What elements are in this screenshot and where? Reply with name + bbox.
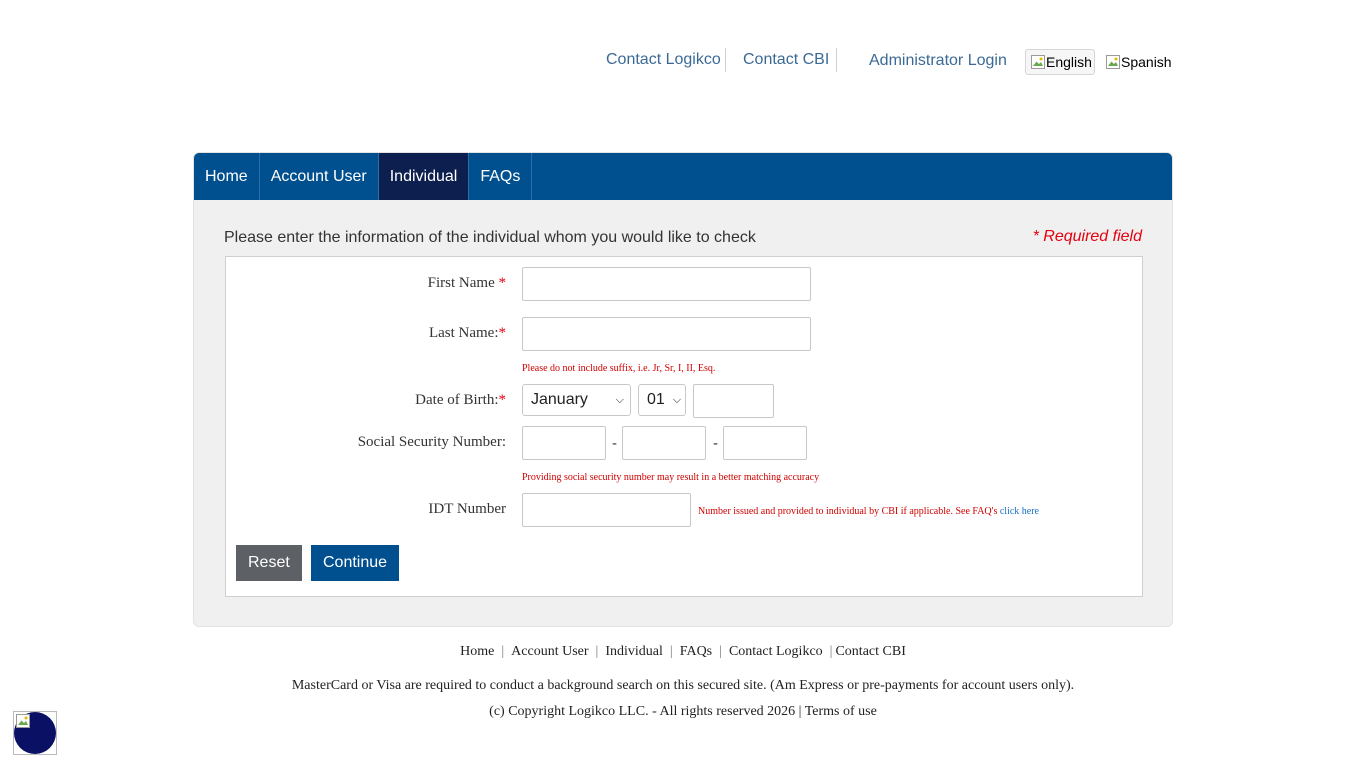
contact-logikco-link[interactable]: Contact Logikco bbox=[606, 50, 721, 70]
ssn-part2-input[interactable] bbox=[622, 426, 706, 460]
first-name-label: First Name * bbox=[206, 275, 506, 292]
idt-hint-text: Number issued and provided to individual… bbox=[698, 506, 1000, 517]
language-english-button[interactable]: English bbox=[1025, 49, 1095, 75]
footer-link-account-user[interactable]: Account User bbox=[511, 644, 588, 659]
birth-day-value: 01 bbox=[647, 391, 665, 408]
footer-separator: | bbox=[719, 644, 722, 659]
language-english-label: English bbox=[1046, 54, 1092, 70]
first-name-input[interactable] bbox=[522, 267, 811, 301]
birth-day-select[interactable]: 01 ⌵ bbox=[638, 384, 686, 416]
copyright-line: (c) Copyright Logikco LLC. - All rights … bbox=[0, 704, 1366, 720]
required-star: * bbox=[498, 275, 507, 291]
payment-note: MasterCard or Visa are required to condu… bbox=[291, 678, 1075, 693]
administrator-login-link[interactable]: Administrator Login bbox=[869, 51, 1007, 71]
header-separator bbox=[725, 48, 726, 72]
contact-cbi-link[interactable]: Contact CBI bbox=[743, 50, 829, 70]
required-field-note: * Required field bbox=[1032, 228, 1142, 245]
required-star: * bbox=[498, 325, 507, 341]
language-spanish-label: Spanish bbox=[1121, 54, 1172, 70]
individual-search-form: First Name * Last Name:* Please do not i… bbox=[225, 256, 1143, 597]
reset-button[interactable]: Reset bbox=[236, 545, 302, 581]
tab-home[interactable]: Home bbox=[194, 153, 260, 200]
form-instruction: Please enter the information of the indi… bbox=[224, 229, 756, 246]
idt-number-label: IDT Number bbox=[428, 501, 506, 517]
footer-link-contact-logikco[interactable]: Contact Logikco bbox=[729, 644, 823, 659]
birth-month-value: January bbox=[531, 391, 588, 408]
ssn-dash: - bbox=[612, 435, 617, 452]
broken-image-icon bbox=[1030, 54, 1046, 70]
main-navbar: Home Account User Individual FAQs bbox=[194, 153, 1172, 200]
terms-of-use-link[interactable]: Terms of use bbox=[805, 704, 877, 719]
chevron-down-icon: ⌵ bbox=[615, 393, 624, 406]
last-name-input[interactable] bbox=[522, 317, 811, 351]
continue-button[interactable]: Continue bbox=[311, 545, 400, 581]
footer-nav: Home | Account User | Individual | FAQs | Contac… bbox=[0, 644, 1366, 660]
footer-link-individual[interactable]: Individual bbox=[605, 644, 663, 659]
last-name-label: Last Name:* bbox=[206, 325, 506, 342]
footer-separator: | bbox=[829, 644, 833, 659]
accessibility-widget-button[interactable] bbox=[13, 711, 57, 755]
ssn-hint: Providing social security number may res… bbox=[522, 472, 820, 483]
footer-link-home[interactable]: Home bbox=[460, 644, 494, 659]
required-star: * bbox=[498, 392, 507, 408]
header-separator bbox=[836, 48, 837, 72]
last-name-label-text: Last Name: bbox=[428, 325, 499, 341]
footer-link-faqs[interactable]: FAQs bbox=[680, 644, 712, 659]
ssn-dash: - bbox=[713, 435, 718, 452]
language-spanish-button[interactable]: Spanish bbox=[1105, 49, 1172, 75]
broken-image-icon bbox=[1105, 54, 1121, 70]
chevron-down-icon: ⌵ bbox=[672, 393, 682, 406]
suffix-hint: Please do not include suffix, i.e. Jr, S… bbox=[522, 363, 716, 374]
main-panel: Home Account User Individual FAQs Please… bbox=[193, 152, 1173, 627]
tab-account-user[interactable]: Account User bbox=[260, 153, 379, 200]
date-of-birth-label-text: Date of Birth: bbox=[415, 392, 499, 408]
birth-year-input[interactable] bbox=[693, 384, 774, 418]
tab-individual[interactable]: Individual bbox=[378, 153, 470, 200]
broken-image-icon bbox=[15, 713, 31, 734]
idt-hint: Number issued and provided to individual… bbox=[698, 506, 1039, 517]
footer-separator: | bbox=[595, 644, 599, 659]
footer-separator: | bbox=[669, 644, 673, 659]
footer-link-contact-cbi[interactable]: Contact CBI bbox=[835, 644, 905, 659]
faq-click-here-link[interactable]: click here bbox=[1000, 506, 1039, 517]
footer-separator: | bbox=[501, 644, 505, 659]
copyright-text: (c) Copyright Logikco LLC. - All rights … bbox=[489, 704, 805, 719]
tab-faqs[interactable]: FAQs bbox=[469, 153, 533, 200]
first-name-label-text: First Name bbox=[427, 275, 495, 291]
ssn-part1-input[interactable] bbox=[522, 426, 606, 460]
date-of-birth-label: Date of Birth:* bbox=[206, 392, 506, 409]
ssn-part3-input[interactable] bbox=[723, 426, 807, 460]
ssn-label: Social Security Number: bbox=[357, 434, 506, 450]
birth-month-select[interactable]: January ⌵ bbox=[522, 384, 631, 416]
idt-number-input[interactable] bbox=[522, 493, 691, 527]
